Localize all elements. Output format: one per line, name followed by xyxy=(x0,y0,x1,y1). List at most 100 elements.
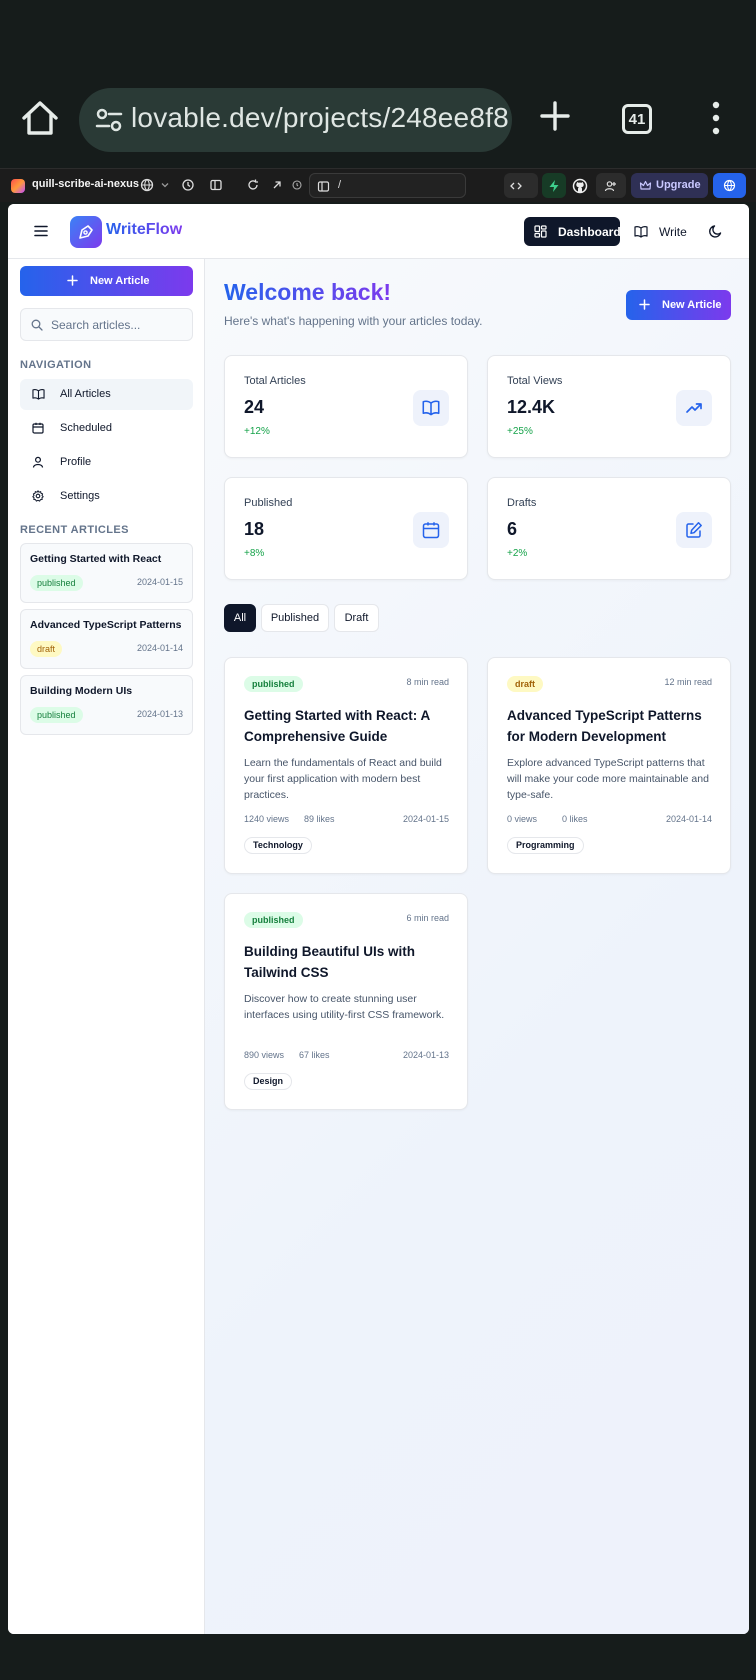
sidebar-item-all-articles[interactable]: All Articles xyxy=(20,379,193,410)
article-tag[interactable]: Technology xyxy=(244,837,312,854)
chevron-down-icon[interactable] xyxy=(158,178,172,192)
open-external-icon[interactable] xyxy=(270,178,284,192)
github-button[interactable] xyxy=(568,173,592,198)
article-views: 890 views xyxy=(244,1050,285,1060)
recent-article-item[interactable]: Advanced TypeScript Patterns draft 2024-… xyxy=(20,609,193,669)
article-tag[interactable]: Design xyxy=(244,1073,293,1090)
supabase-button[interactable] xyxy=(542,173,566,198)
status-badge: published xyxy=(244,676,303,692)
user-icon xyxy=(32,456,44,468)
article-title[interactable]: Building Beautiful UIs with Tailwind CSS xyxy=(244,941,454,983)
tab-count-button[interactable]: 41 xyxy=(622,104,652,134)
stat-label: Total Views xyxy=(507,375,563,387)
calendar-icon xyxy=(32,422,44,434)
recent-article-title: Advanced TypeScript Patterns xyxy=(30,619,182,631)
home-icon[interactable] xyxy=(18,96,62,140)
filter-published[interactable]: Published xyxy=(261,604,329,632)
sidebar-item-label: Scheduled xyxy=(60,422,112,434)
more-vert-icon[interactable] xyxy=(710,100,722,136)
recent-article-title: Getting Started with React xyxy=(30,553,162,565)
search-input[interactable] xyxy=(51,316,189,334)
lovable-logo xyxy=(11,179,25,193)
page-icon xyxy=(317,181,330,192)
status-badge: draft xyxy=(30,641,63,657)
writeflow-logo xyxy=(70,216,102,248)
app-header: WriteFlow Dashboard Write xyxy=(8,204,749,259)
search-box xyxy=(20,308,193,341)
plus-icon xyxy=(67,275,78,286)
stat-value: 24 xyxy=(244,397,265,417)
sidebar-toggle-icon[interactable] xyxy=(209,178,223,192)
article-date: 2024-01-14 xyxy=(665,814,712,824)
moon-icon[interactable] xyxy=(708,223,724,239)
recent-article-title: Building Modern UIs xyxy=(30,685,133,697)
dashboard-icon xyxy=(534,225,547,238)
sidebar-item-settings[interactable]: Settings xyxy=(20,481,193,512)
filter-all[interactable]: All xyxy=(224,604,256,632)
article-excerpt: Discover how to create stunning user int… xyxy=(244,993,445,1021)
sidebar-item-label: Profile xyxy=(60,456,92,468)
project-name[interactable]: quill-scribe-ai-nexus xyxy=(32,178,139,190)
article-card[interactable]: draft 12 min read Advanced TypeScript Pa… xyxy=(487,657,731,874)
sidebar-item-scheduled[interactable]: Scheduled xyxy=(20,413,193,444)
address-bar[interactable]: lovable.dev/projects/248ee8f8 xyxy=(79,88,512,152)
article-card[interactable]: published 6 min read Building Beautiful … xyxy=(224,893,468,1110)
clock-icon[interactable] xyxy=(290,178,304,192)
stat-card-published: Published 18 +8% xyxy=(224,477,468,580)
stat-icon-box xyxy=(676,512,712,548)
article-card[interactable]: published 8 min read Getting Started wit… xyxy=(224,657,468,874)
new-tab-icon[interactable] xyxy=(537,98,573,134)
code-button[interactable] xyxy=(504,173,538,198)
invite-button[interactable] xyxy=(596,173,626,198)
stat-card-drafts: Drafts 6 +2% xyxy=(487,477,731,580)
preview-path: / xyxy=(338,179,342,191)
main-content: Welcome back! Here's what's happening wi… xyxy=(205,259,749,1634)
users-icon xyxy=(604,181,616,192)
article-date: 2024-01-15 xyxy=(402,814,449,824)
stat-change: +25% xyxy=(507,426,533,437)
recent-article-date: 2024-01-13 xyxy=(136,709,183,719)
stat-label: Total Articles xyxy=(244,375,306,387)
recent-article-item[interactable]: Getting Started with React published 202… xyxy=(20,543,193,603)
book-open-icon xyxy=(32,389,45,400)
preview-path-field[interactable]: / xyxy=(309,173,466,198)
nav-dashboard-button[interactable]: Dashboard xyxy=(524,217,621,246)
site-settings-icon[interactable] xyxy=(93,104,125,136)
article-likes: 67 likes xyxy=(299,1050,330,1060)
sidebar-new-article-label: New Article xyxy=(90,275,150,287)
globe-icon[interactable] xyxy=(140,178,154,192)
new-article-label: New Article xyxy=(662,299,722,311)
url-text: lovable.dev/projects/248ee8f8 xyxy=(131,102,509,133)
sidebar-item-profile[interactable]: Profile xyxy=(20,447,193,478)
history-icon[interactable] xyxy=(181,178,195,192)
filter-draft[interactable]: Draft xyxy=(334,604,379,632)
recent-article-date: 2024-01-14 xyxy=(136,643,183,653)
stat-value: 12.4K xyxy=(507,397,556,417)
article-views: 1240 views xyxy=(244,814,290,824)
upgrade-button[interactable]: Upgrade xyxy=(631,173,708,198)
nav-write-button[interactable]: Write xyxy=(630,217,694,246)
article-date: 2024-01-13 xyxy=(402,1050,449,1060)
menu-icon[interactable] xyxy=(34,225,48,237)
publish-button[interactable] xyxy=(713,173,746,198)
status-badge: published xyxy=(30,575,83,591)
upgrade-label: Upgrade xyxy=(656,179,701,191)
recent-articles-heading: RECENT ARTICLES xyxy=(20,524,129,536)
article-title[interactable]: Advanced TypeScript Patterns for Modern … xyxy=(507,705,717,747)
app-brand[interactable]: WriteFlow xyxy=(106,221,182,239)
stat-card-total-views: Total Views 12.4K +25% xyxy=(487,355,731,458)
sidebar-item-label: Settings xyxy=(60,490,100,502)
article-likes: 89 likes xyxy=(304,814,335,824)
stat-label: Drafts xyxy=(507,497,537,509)
recent-article-item[interactable]: Building Modern UIs published 2024-01-13 xyxy=(20,675,193,735)
sidebar-new-article-button[interactable]: New Article xyxy=(20,266,193,296)
book-open-icon xyxy=(634,226,648,238)
refresh-icon[interactable] xyxy=(246,178,260,192)
stat-card-total-articles: Total Articles 24 +12% xyxy=(224,355,468,458)
app-preview: WriteFlow Dashboard Write New Article NA… xyxy=(8,204,749,1634)
article-title[interactable]: Getting Started with React: A Comprehens… xyxy=(244,705,454,747)
new-article-button[interactable]: New Article xyxy=(626,290,731,320)
search-icon xyxy=(31,319,43,331)
browser-chrome: lovable.dev/projects/248ee8f8 41 xyxy=(0,0,756,168)
article-tag[interactable]: Programming xyxy=(507,837,584,854)
